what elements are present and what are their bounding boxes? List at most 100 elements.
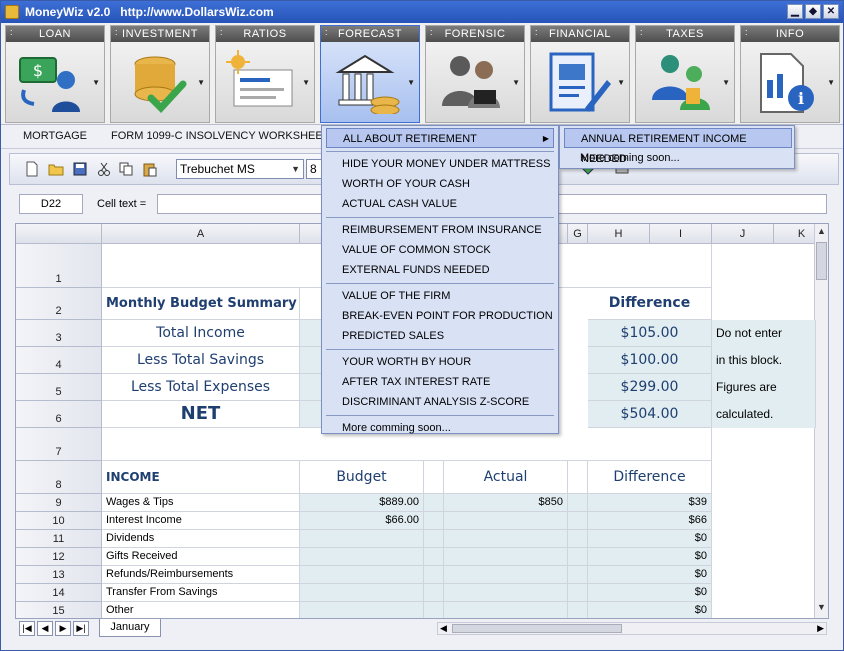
menu-item[interactable]: REIMBURSEMENT FROM INSURANCE (326, 220, 554, 240)
cell[interactable] (424, 584, 444, 602)
dropdown-arrow-icon[interactable]: ▼ (92, 78, 100, 87)
menu-item[interactable]: VALUE OF COMMON STOCK (326, 240, 554, 260)
nav-taxes-button[interactable]: : TAXES ▼ (635, 25, 735, 123)
column-header[interactable]: G (568, 224, 588, 244)
nav-financial-button[interactable]: : FINANCIAL ▼ (530, 25, 630, 123)
nav-ratios-button[interactable]: : RATIOS ▼ (215, 25, 315, 123)
menu-item[interactable]: DISCRIMINANT ANALYSIS Z-SCORE (326, 392, 554, 412)
summary-difference[interactable]: $299.00 (588, 374, 712, 401)
first-sheet-button[interactable]: |◀ (19, 621, 35, 636)
cell[interactable] (424, 512, 444, 530)
column-header[interactable]: J (712, 224, 774, 244)
restore-button[interactable]: ◆ (805, 4, 821, 19)
last-sheet-button[interactable]: ▶| (73, 621, 89, 636)
scroll-left-icon[interactable]: ◀ (440, 623, 447, 634)
save-icon[interactable] (72, 161, 88, 177)
cell[interactable] (568, 530, 588, 548)
budget-value[interactable] (300, 530, 424, 548)
summary-label[interactable]: Total Income (102, 320, 300, 347)
dropdown-arrow-icon[interactable]: ▼ (302, 78, 310, 87)
cell[interactable] (568, 548, 588, 566)
actual-value[interactable] (444, 566, 568, 584)
menu-item[interactable]: VALUE OF THE FIRM (326, 286, 554, 306)
row-header[interactable]: 8 (16, 461, 102, 494)
calculated-note[interactable]: calculated. (712, 401, 816, 428)
summary-difference[interactable]: $105.00 (588, 320, 712, 347)
summary-difference[interactable]: $504.00 (588, 401, 712, 428)
cell[interactable] (568, 584, 588, 602)
budget-value[interactable]: $66.00 (300, 512, 424, 530)
menu-item[interactable]: WORTH OF YOUR CASH (326, 174, 554, 194)
tab-mortgage[interactable]: MORTGAGE (23, 130, 87, 142)
scroll-down-icon[interactable]: ▼ (815, 602, 828, 616)
dropdown-arrow-icon[interactable]: ▼ (722, 78, 730, 87)
row-header[interactable]: 3 (16, 320, 102, 347)
row-header[interactable]: 6 (16, 401, 102, 428)
row-header[interactable]: 13 (16, 566, 102, 584)
difference-value[interactable]: $0 (588, 548, 712, 566)
income-label[interactable]: Transfer From Savings (102, 584, 300, 602)
income-label[interactable]: Other (102, 602, 300, 618)
difference-value[interactable]: $39 (588, 494, 712, 512)
calculated-note[interactable]: in this block. (712, 347, 816, 374)
vertical-scrollbar[interactable]: ▲ ▼ (814, 224, 828, 618)
menu-item[interactable]: AFTER TAX INTEREST RATE (326, 372, 554, 392)
difference-value[interactable]: $66 (588, 512, 712, 530)
cell[interactable] (568, 602, 588, 618)
cell[interactable] (424, 548, 444, 566)
title-bar[interactable]: MoneyWiz v2.0 http://www.DollarsWiz.com … (1, 1, 843, 23)
actual-value[interactable] (444, 512, 568, 530)
paste-icon[interactable] (142, 161, 158, 177)
summary-label[interactable]: NET (102, 401, 300, 428)
income-header[interactable]: INCOME (102, 461, 300, 494)
cell[interactable] (424, 566, 444, 584)
actual-value[interactable]: $850 (444, 494, 568, 512)
nav-investment-button[interactable]: : INVESTMENT ▼ (110, 25, 210, 123)
horizontal-scrollbar[interactable]: ◀ ▶ (437, 622, 827, 635)
calculated-note[interactable]: Figures are (712, 374, 816, 401)
dropdown-arrow-icon[interactable]: ▼ (197, 78, 205, 87)
row-header[interactable]: 5 (16, 374, 102, 401)
budget-value[interactable] (300, 548, 424, 566)
summary-header[interactable]: Monthly Budget Summary (102, 288, 300, 320)
difference-value[interactable]: $0 (588, 602, 712, 618)
prev-sheet-button[interactable]: ◀ (37, 621, 53, 636)
row-header[interactable]: 12 (16, 548, 102, 566)
cell[interactable] (424, 461, 444, 494)
cell[interactable] (568, 494, 588, 512)
income-difference-header[interactable]: Difference (588, 461, 712, 494)
nav-forecast-button[interactable]: : FORECAST ▼ (320, 25, 420, 123)
difference-value[interactable]: $0 (588, 530, 712, 548)
cell[interactable] (424, 602, 444, 618)
dropdown-arrow-icon[interactable]: ▼ (512, 78, 520, 87)
budget-header[interactable]: Budget (300, 461, 424, 494)
row-header[interactable]: 2 (16, 288, 102, 320)
actual-value[interactable] (444, 584, 568, 602)
actual-value[interactable] (444, 530, 568, 548)
nav-forensic-button[interactable]: : FORENSIC ▼ (425, 25, 525, 123)
income-label[interactable]: Dividends (102, 530, 300, 548)
row-header[interactable]: 9 (16, 494, 102, 512)
income-label[interactable]: Wages & Tips (102, 494, 300, 512)
column-header[interactable]: I (650, 224, 712, 244)
minimize-button[interactable]: ▁ (787, 4, 803, 19)
scroll-right-icon[interactable]: ▶ (817, 623, 824, 634)
menu-item[interactable]: HIDE YOUR MONEY UNDER MATTRESS (326, 154, 554, 174)
calculated-note[interactable]: Do not enter (712, 320, 816, 347)
cut-icon[interactable] (96, 161, 112, 177)
column-header[interactable]: H (588, 224, 650, 244)
dropdown-arrow-icon[interactable]: ▼ (407, 78, 415, 87)
cell[interactable] (424, 530, 444, 548)
corner-header[interactable] (16, 224, 102, 244)
budget-value[interactable] (300, 566, 424, 584)
difference-value[interactable]: $0 (588, 566, 712, 584)
cell[interactable] (424, 494, 444, 512)
menu-item[interactable]: More comming soon... (326, 418, 554, 438)
cell[interactable] (568, 512, 588, 530)
tab-form-1099c[interactable]: FORM 1099-C INSOLVENCY WORKSHEET (111, 130, 329, 142)
actual-value[interactable] (444, 602, 568, 618)
row-header[interactable]: 10 (16, 512, 102, 530)
cell-reference[interactable]: D22 (19, 194, 83, 214)
menu-item[interactable]: ALL ABOUT RETIREMENT ▶ (326, 128, 554, 148)
next-sheet-button[interactable]: ▶ (55, 621, 71, 636)
